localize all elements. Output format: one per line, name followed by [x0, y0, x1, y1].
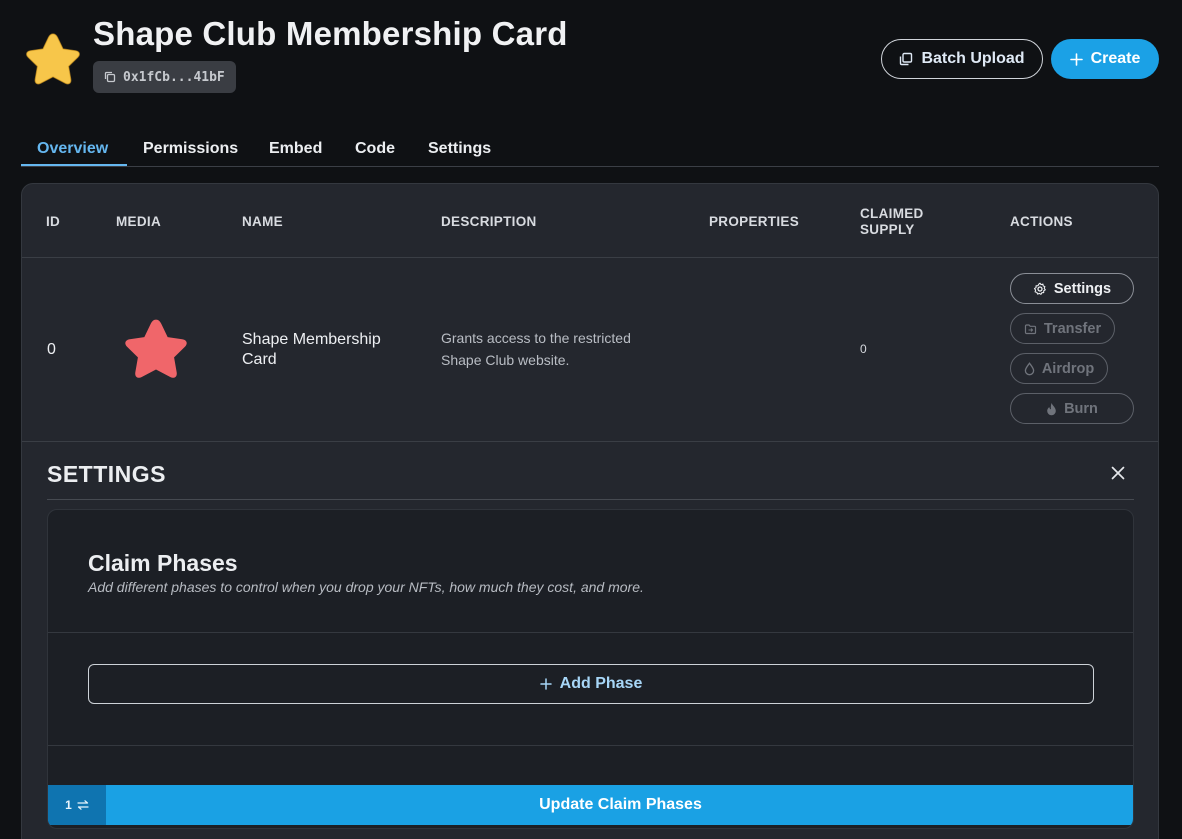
- active-tab-indicator: [21, 164, 127, 166]
- contract-address-copy[interactable]: 0x1fCb...41bF: [93, 61, 236, 93]
- column-header-media: MEDIA: [116, 214, 161, 229]
- column-header-id: ID: [46, 214, 61, 229]
- nft-table-panel: ID MEDIA NAME DESCRIPTION PROPERTIES CLA…: [21, 183, 1159, 839]
- create-button[interactable]: Create: [1051, 39, 1159, 79]
- tab-code[interactable]: Code: [355, 140, 395, 158]
- claim-phases-divider-bottom: [48, 745, 1133, 746]
- update-claim-phases-button[interactable]: Update Claim Phases: [106, 785, 1133, 825]
- copy-icon: [104, 71, 116, 83]
- token-id: 0: [47, 341, 56, 358]
- page-title: Shape Club Membership Card: [93, 15, 568, 52]
- column-header-name: NAME: [242, 214, 283, 229]
- burn-action-button[interactable]: Burn: [1010, 393, 1134, 424]
- batch-upload-button[interactable]: Batch Upload: [881, 39, 1043, 79]
- column-header-actions: ACTIONS: [1010, 214, 1073, 229]
- contract-address: 0x1fCb...41bF: [123, 69, 225, 85]
- token-name: Shape Membership Card: [242, 331, 381, 368]
- update-claim-phases-bar: 1 Update Claim Phases: [48, 785, 1133, 825]
- page-header: Shape Club Membership Card 0x1fCb...41bF…: [0, 0, 1182, 120]
- settings-action-button[interactable]: Settings: [1010, 273, 1134, 304]
- flame-icon: [1047, 402, 1056, 415]
- copy-icon: [900, 52, 913, 66]
- column-header-claimed-supply: CLAIMED SUPPLY: [860, 206, 924, 237]
- tab-settings[interactable]: Settings: [428, 140, 491, 158]
- column-header-properties: PROPERTIES: [709, 214, 800, 229]
- burn-action-label: Burn: [1064, 400, 1098, 417]
- token-description: Grants access to the restricted Shape Cl…: [441, 330, 631, 368]
- claim-phases-card: Claim Phases Add different phases to con…: [47, 509, 1134, 829]
- claim-phases-title: Claim Phases: [88, 550, 238, 576]
- tab-permissions[interactable]: Permissions: [143, 140, 238, 158]
- plus-icon: [539, 678, 552, 690]
- create-label: Create: [1090, 50, 1141, 67]
- plus-icon: [1069, 52, 1083, 66]
- add-phase-button[interactable]: Add Phase: [88, 664, 1094, 704]
- close-icon[interactable]: [1109, 464, 1127, 482]
- settings-divider: [47, 499, 1134, 500]
- settings-action-label: Settings: [1053, 280, 1112, 297]
- settings-section-title: SETTINGS: [47, 461, 167, 487]
- add-phase-label: Add Phase: [559, 675, 643, 692]
- pending-changes-badge: 1: [48, 785, 106, 825]
- airdrop-action-label: Airdrop: [1041, 360, 1095, 377]
- tab-bar: Overview Permissions Embed Code Settings: [21, 130, 1159, 167]
- batch-upload-label: Batch Upload: [921, 50, 1025, 67]
- droplet-icon: [1024, 361, 1035, 375]
- transfer-icon: [1024, 323, 1036, 334]
- swap-arrows-icon: [77, 800, 89, 810]
- claim-phases-divider-top: [48, 632, 1133, 633]
- gear-icon: [1033, 282, 1046, 295]
- row-divider: [22, 441, 1158, 442]
- claim-phases-subtitle: Add different phases to control when you…: [88, 579, 644, 595]
- transfer-action-button[interactable]: Transfer: [1010, 313, 1115, 344]
- star-logo-icon: [26, 33, 80, 85]
- tab-embed[interactable]: Embed: [269, 140, 322, 158]
- tab-overview[interactable]: Overview: [37, 140, 108, 158]
- claimed-supply-value: 0: [860, 342, 867, 356]
- transfer-action-label: Transfer: [1043, 320, 1102, 337]
- header-divider: [22, 257, 1158, 258]
- coral-star-image: [125, 319, 187, 378]
- airdrop-action-button[interactable]: Airdrop: [1010, 353, 1108, 384]
- column-header-description: DESCRIPTION: [441, 214, 537, 229]
- pending-changes-count: 1: [65, 798, 72, 812]
